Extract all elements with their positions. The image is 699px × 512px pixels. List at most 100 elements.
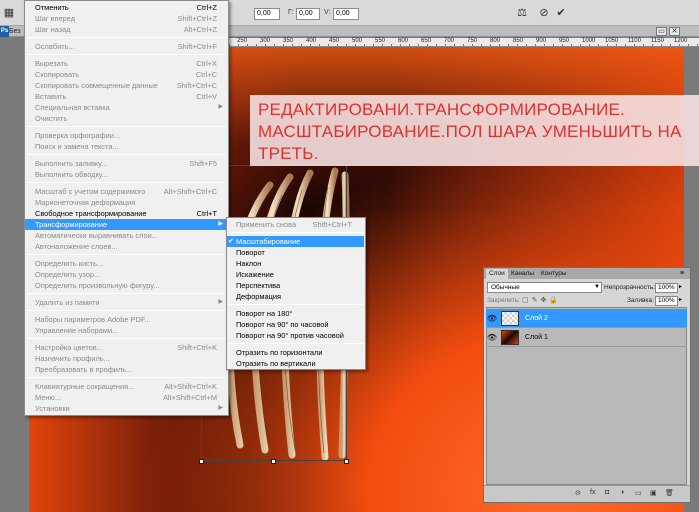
menu-item[interactable]: Назначить профиль... — [25, 353, 227, 364]
menu-item[interactable]: Поиск и замена текста... — [25, 141, 227, 152]
submenu-item[interactable]: Поворот на 90° по часовой — [227, 319, 364, 330]
tab-paths[interactable]: Контуры — [538, 269, 570, 279]
options-field-2[interactable]: 0,00 — [296, 8, 320, 20]
submenu-separator — [229, 232, 363, 233]
menu-item[interactable]: Выполнить обводку... — [25, 169, 227, 180]
menu-item[interactable]: Марионеточная деформация — [25, 197, 227, 208]
menu-item[interactable]: Специальная вставка ▶ — [25, 102, 227, 113]
trash-icon[interactable]: 🗑 — [665, 489, 674, 497]
warp-icon[interactable]: ⚖ — [515, 6, 529, 20]
menu-item[interactable]: Меню... Alt+Shift+Ctrl+M — [25, 392, 227, 403]
menu-item-shortcut: Ctrl+X — [196, 59, 217, 68]
menu-item[interactable]: Ослабить... Shift+Ctrl+F — [25, 41, 227, 52]
menu-item[interactable]: Установки ▶ — [25, 403, 227, 414]
menu-item[interactable]: Вставить Ctrl+V — [25, 91, 227, 102]
options-field-1[interactable]: 0,00 — [254, 8, 280, 20]
submenu-item[interactable]: Искажение — [227, 269, 364, 280]
opacity-slider-icon[interactable]: ▸ — [679, 283, 682, 290]
submenu-item-label: Поворот — [236, 248, 265, 257]
menu-item[interactable]: Проверка орфографии... — [25, 130, 227, 141]
menu-item[interactable]: Настройка цветов... Shift+Ctrl+K — [25, 342, 227, 353]
ruler-tick-label: 300 — [260, 38, 271, 44]
panel-menu-icon[interactable]: ≡ — [680, 269, 684, 278]
menu-item[interactable]: Трансформирование ▶ — [25, 219, 227, 230]
fx-icon[interactable]: fx — [590, 489, 595, 496]
v-label: V: — [324, 9, 331, 16]
lock-icons[interactable]: ▢✎✥🔒 — [522, 296, 561, 306]
menu-item[interactable]: Управление наборами... — [25, 325, 227, 336]
menu-item[interactable]: Шаг назад Alt+Ctrl+Z — [25, 24, 227, 35]
menu-item-label: Вставить — [35, 92, 67, 101]
menu-item[interactable]: Масштаб с учетом содержимого Alt+Shift+Ct… — [25, 186, 227, 197]
submenu-item[interactable]: Перспектива — [227, 280, 364, 291]
restore-button[interactable]: ▭ — [656, 27, 667, 36]
ruler-tick-label: 400 — [306, 38, 317, 44]
submenu-item[interactable]: Деформация — [227, 291, 364, 302]
tab-channels[interactable]: Каналы — [508, 269, 537, 279]
close-doc-button[interactable]: ✕ — [669, 27, 680, 36]
menu-item[interactable]: Преобразовать в профиль... — [25, 364, 227, 375]
submenu-item[interactable]: Поворот на 90° против часовой — [227, 330, 364, 341]
blend-mode-select[interactable]: Обычные — [487, 282, 602, 293]
submenu-item[interactable]: Наклон — [227, 258, 364, 269]
options-field-3[interactable]: 0,00 — [333, 8, 359, 20]
ruler-tick-label: 1050 — [605, 38, 619, 44]
menu-item[interactable]: Клавиатурные сокращения... Alt+Shift+Ctrl… — [25, 381, 227, 392]
submenu-arrow-icon: ▶ — [218, 405, 223, 411]
submenu-item[interactable]: Поворот — [227, 247, 364, 258]
menu-item[interactable]: Свободное трансформирование Ctrl+T — [25, 208, 227, 219]
menu-item-shortcut: Shift+Ctrl+Z — [177, 14, 217, 23]
menu-item[interactable]: Определить узор... — [25, 269, 227, 280]
group-icon[interactable]: ▭ — [635, 489, 642, 497]
menu-item[interactable]: Автоматически выравнивать слои... — [25, 230, 227, 241]
tab-layers[interactable]: Слои — [486, 269, 508, 279]
menu-item[interactable]: Определить кисть... — [25, 258, 227, 269]
transform-handle[interactable] — [344, 459, 349, 464]
eye-icon[interactable]: 👁 — [486, 328, 498, 347]
menu-item[interactable]: Очистить — [25, 113, 227, 124]
menu-item[interactable]: Скопировать Ctrl+C — [25, 69, 227, 80]
layer-row-1[interactable]: 👁 Слой 1 — [486, 328, 687, 347]
menu-item[interactable]: Отменить Ctrl+Z — [25, 2, 227, 13]
eye-icon[interactable]: 👁 — [486, 309, 498, 328]
check-icon[interactable]: ✔ — [554, 6, 568, 20]
menu-item-label: Клавиатурные сокращения... — [35, 382, 135, 391]
adjustment-icon[interactable]: ◑ — [620, 489, 624, 496]
reference-point-icon[interactable]: ▦ — [2, 6, 16, 20]
ruler-tick-label: 900 — [536, 38, 547, 44]
submenu-item[interactable]: Поворот на 180° — [227, 308, 364, 319]
submenu-item[interactable]: Отразить по вертикали — [227, 358, 364, 369]
transform-handle[interactable] — [271, 459, 276, 464]
transform-handle[interactable] — [199, 459, 204, 464]
menu-separator — [27, 310, 225, 311]
ruler-tick-label: 850 — [513, 38, 524, 44]
ruler-tick-label: 1100 — [628, 38, 641, 44]
ruler-tick-label: 450 — [329, 38, 340, 44]
fill-input[interactable]: 100% — [655, 296, 678, 306]
submenu-separator — [229, 343, 363, 344]
new-layer-icon[interactable]: ▣ — [650, 489, 657, 497]
annotation-text: РЕДАКТИРОВАНИ.ТРАНСФОРМИРОВАНИЕ. МАСШТАБ… — [258, 100, 682, 163]
menu-item[interactable]: Определить произвольную фигуру... — [25, 280, 227, 291]
menu-item-label: Выполнить обводку... — [35, 170, 108, 179]
menu-item[interactable]: Вырезать Ctrl+X — [25, 58, 227, 69]
submenu-item[interactable]: Отразить по горизонтали — [227, 347, 364, 358]
fill-slider-icon[interactable]: ▸ — [679, 296, 682, 303]
opacity-input[interactable]: 100% — [655, 283, 678, 293]
menu-item[interactable]: Шаг вперед Shift+Ctrl+Z — [25, 13, 227, 24]
menu-item[interactable]: Выполнить заливку... Shift+F5 — [25, 158, 227, 169]
menu-item[interactable]: Наборы параметров Adobe PDF... — [25, 314, 227, 325]
layer-row-2[interactable]: 👁 Слой 2 — [486, 309, 687, 328]
submenu-item[interactable]: ✔ Масштабирование — [227, 236, 364, 247]
menu-separator — [27, 338, 225, 339]
ruler-tick-label: 950 — [559, 38, 570, 44]
menu-item[interactable]: Удалить из памяти ▶ — [25, 297, 227, 308]
cancel-icon[interactable]: ⊘ — [537, 6, 551, 20]
mask-icon[interactable]: ◘ — [605, 489, 609, 496]
submenu-item[interactable]: Применить снова Shift+Ctrl+T — [227, 219, 364, 230]
submenu-item-label: Искажение — [236, 270, 274, 279]
menu-item-label: Скопировать совмещенные данные — [35, 81, 158, 90]
menu-item[interactable]: Скопировать совмещенные данные Shift+Ctrl… — [25, 80, 227, 91]
link-icon[interactable]: ⊝ — [575, 489, 581, 497]
menu-item[interactable]: Автоналожение слоев... — [25, 241, 227, 252]
